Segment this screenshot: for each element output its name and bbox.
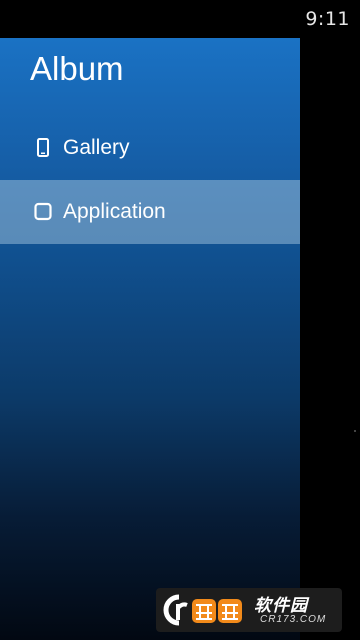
menu-item-application[interactable]: Application bbox=[0, 180, 300, 244]
watermark-subtitle: CR173.COM bbox=[260, 614, 327, 625]
navigation-drawer: Album Gallery Application bbox=[0, 38, 300, 640]
menu-item-gallery[interactable]: Gallery bbox=[0, 116, 300, 180]
drawer-title: Album bbox=[30, 50, 124, 87]
tick-mark bbox=[354, 430, 356, 432]
content-area-dimmed[interactable] bbox=[300, 38, 360, 640]
watermark-logo: 软件园 CR173.COM bbox=[156, 588, 342, 632]
cr173-logo-icon bbox=[163, 594, 242, 626]
menu-item-label: Gallery bbox=[63, 136, 130, 159]
menu-item-label: Application bbox=[63, 200, 166, 223]
status-time: 9:11 bbox=[305, 8, 350, 30]
watermark-title: 软件园 bbox=[254, 596, 308, 615]
status-bar: 9:11 bbox=[0, 0, 360, 38]
app-square-icon bbox=[34, 202, 52, 221]
phone-icon bbox=[37, 138, 49, 157]
